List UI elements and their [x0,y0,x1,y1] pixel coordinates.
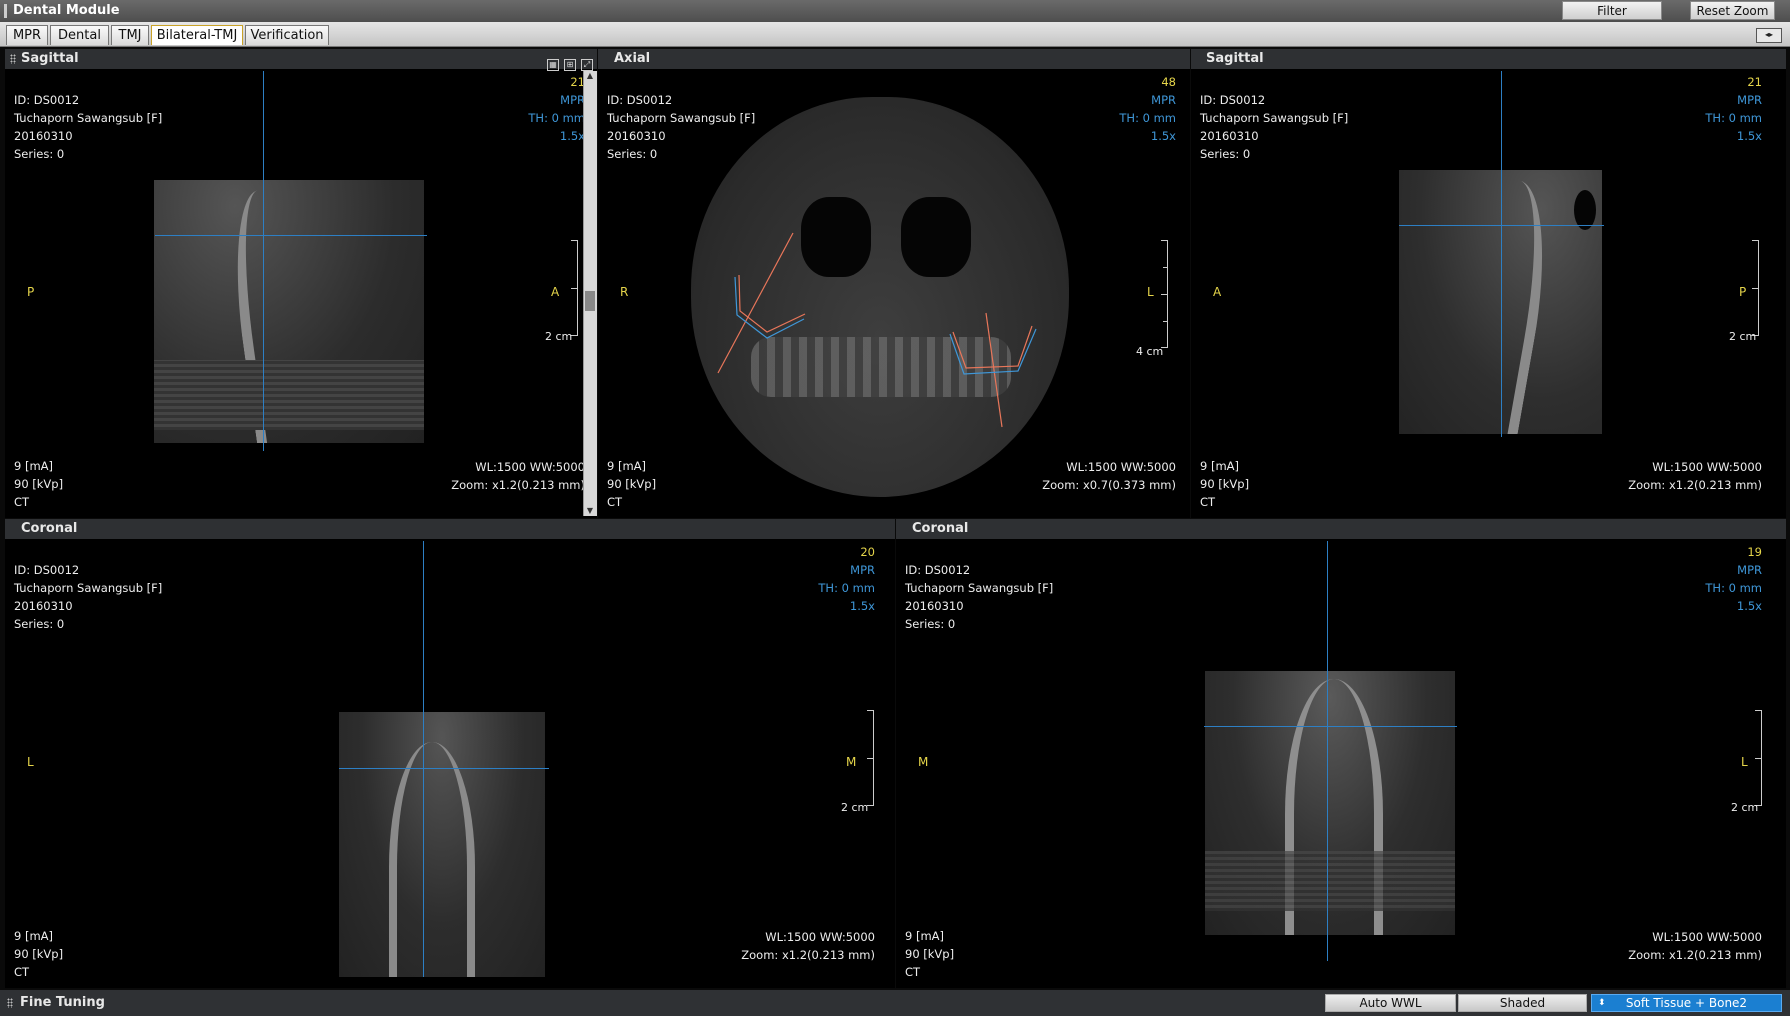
app-title: Dental Module [13,3,120,18]
coronal-left-image [339,712,545,977]
patient-info: ID: DS0012 Tuchaporn Sawangsub [F] 2016031… [14,563,163,631]
window-zoom-info: WL:1500 WW:5000 Zoom: x0.7(0.373 mm) [1042,460,1176,492]
crosshair-vertical[interactable] [423,541,424,977]
window-zoom-info: WL:1500 WW:5000 Zoom: x1.2(0.213 mm) [1628,460,1762,492]
panel-tools: ▦ ⊞ ⤢ [542,52,593,71]
scroll-down-icon[interactable]: ▼ [585,506,595,516]
crosshair-vertical[interactable] [1327,541,1328,961]
title-bar: Dental Module Filter Reset Zoom [0,0,1790,23]
coronal-left-viewport[interactable]: Coronal ID: DS0012 Tuchaporn Sawangsub [F… [5,519,895,988]
coronal-left-header: Coronal [5,519,895,539]
preset-spinner-icon[interactable]: ⬍ [1598,995,1606,1012]
orientation-label-left: A [1213,285,1222,299]
sagittal-right-title: Sagittal [1206,51,1264,66]
crosshair-vertical[interactable] [263,71,264,451]
orientation-label-right: M [846,755,857,769]
scale-bar [1752,240,1759,336]
acquisition-info: 9 [mA] 90 [kVp] CT [607,459,657,509]
coronal-right-header: Coronal [896,519,1786,539]
fine-tuning-bar: Fine Tuning Auto WWL Shaded ⬍ Soft Tissu… [0,990,1790,1016]
slice-info: 19 MPR TH: 0 mm 1.5x [1705,545,1762,613]
orientation-label-right: P [1739,285,1747,299]
scale-label: 2 cm [545,330,573,343]
crosshair-horizontal[interactable] [1399,225,1604,226]
texture-band [1205,851,1455,911]
filter-button[interactable]: Filter [1562,1,1662,20]
scale-label: 2 cm [1729,330,1757,343]
acquisition-info: 9 [mA] 90 [kVp] CT [905,929,955,979]
slice-info: 48 MPR TH: 0 mm 1.5x [1119,75,1176,143]
reset-zoom-button[interactable]: Reset Zoom [1690,1,1775,20]
scale-label: 4 cm [1136,345,1164,358]
orientation-label-right: A [551,285,560,299]
slice-scrollbar[interactable]: ▲ ▼ [583,71,597,516]
orientation-label-left: L [27,755,34,769]
axial-viewport[interactable]: Axial ID: DS0012 Tuchaporn Sawangsub [F] 2… [598,49,1190,518]
tab-bilateral-tmj[interactable]: Bilateral-TMJ [151,25,243,45]
sagittal-left-viewport[interactable]: Sagittal ▦ ⊞ ⤢ ID: DS0012 Tuchaporn Sawangs… [5,49,597,518]
maximize-icon[interactable]: ⤢ [581,59,593,71]
tab-verification[interactable]: Verification [245,25,329,45]
fine-tuning-title: Fine Tuning [20,995,105,1010]
scroll-thumb[interactable] [585,291,595,311]
patient-info: ID: DS0012 Tuchaporn Sawangsub [F] 2016031… [1200,93,1349,161]
render-preset-select[interactable]: ⬍ Soft Tissue + Bone2 [1591,994,1782,1012]
tab-scroll-arrows-icon[interactable]: ◂▸ [1756,28,1782,43]
condyle-shape [389,742,475,977]
sagittal-right-header: Sagittal [1191,49,1786,69]
orientation-label-right: L [1147,285,1154,299]
ear-canal [1574,190,1596,230]
window-zoom-info: WL:1500 WW:5000 Zoom: x1.2(0.213 mm) [741,930,875,962]
panel-grip-icon[interactable] [7,998,13,1008]
slice-info: 20 MPR TH: 0 mm 1.5x [818,545,875,613]
shaded-button[interactable]: Shaded [1458,994,1587,1012]
crosshair-horizontal[interactable] [339,768,549,769]
sagittal-left-image [154,180,424,443]
scale-label: 2 cm [841,801,869,814]
patient-info: ID: DS0012 Tuchaporn Sawangsub [F] 2016031… [607,93,756,161]
coronal-right-title: Coronal [912,521,969,536]
acquisition-info: 9 [mA] 90 [kVp] CT [14,929,64,979]
coronal-left-title: Coronal [21,521,78,536]
crosshair-horizontal[interactable] [155,235,427,236]
orientation-label-left: P [27,285,35,299]
acquisition-info: 9 [mA] 90 [kVp] CT [1200,459,1250,509]
tab-dental[interactable]: Dental [50,25,109,45]
acquisition-info: 9 [mA] 90 [kVp] CT [14,459,64,509]
slice-info: 21 MPR TH: 0 mm 1.5x [528,75,585,143]
orientation-label-right: L [1741,755,1748,769]
title-grip [4,4,7,18]
layout-quad-icon[interactable]: ⊞ [564,59,576,71]
coronal-right-viewport[interactable]: Coronal ID: DS0012 Tuchaporn Sawangsub [F… [896,519,1786,988]
scale-bar [1161,240,1168,348]
sagittal-right-viewport[interactable]: Sagittal ID: DS0012 Tuchaporn Sawangsub [… [1191,49,1786,518]
patient-info: ID: DS0012 Tuchaporn Sawangsub [F] 2016031… [14,93,163,161]
crosshair-vertical[interactable] [1501,71,1502,437]
sagittal-left-header: Sagittal ▦ ⊞ ⤢ [5,49,597,71]
tab-bar: MPR Dental TMJ Bilateral-TMJ Verificatio… [0,22,1790,47]
sagittal-left-title: Sagittal [21,51,79,66]
scale-bar [571,240,578,336]
tab-mpr[interactable]: MPR [6,25,48,45]
orientation-label-left: R [620,285,629,299]
scroll-up-icon[interactable]: ▲ [585,71,595,81]
panel-grip-icon[interactable] [10,54,16,64]
tab-tmj[interactable]: TMJ [111,25,149,45]
crosshair-horizontal[interactable] [1204,726,1457,727]
layout-grid-icon[interactable]: ▦ [547,59,559,71]
scale-bar [867,710,874,806]
preset-label: Soft Tissue + Bone2 [1625,996,1748,1010]
coronal-right-image [1205,671,1455,935]
orientation-label-left: M [918,755,929,769]
window-zoom-info: WL:1500 WW:5000 Zoom: x1.2(0.213 mm) [451,460,585,492]
scale-label: 2 cm [1731,801,1759,814]
patient-info: ID: DS0012 Tuchaporn Sawangsub [F] 2016031… [905,563,1054,631]
window-zoom-info: WL:1500 WW:5000 Zoom: x1.2(0.213 mm) [1628,930,1762,962]
condyle-shape [1446,175,1562,434]
texture-band [154,360,424,430]
slice-info: 21 MPR TH: 0 mm 1.5x [1705,75,1762,143]
scale-bar [1755,710,1762,806]
auto-wwl-button[interactable]: Auto WWL [1325,994,1456,1012]
